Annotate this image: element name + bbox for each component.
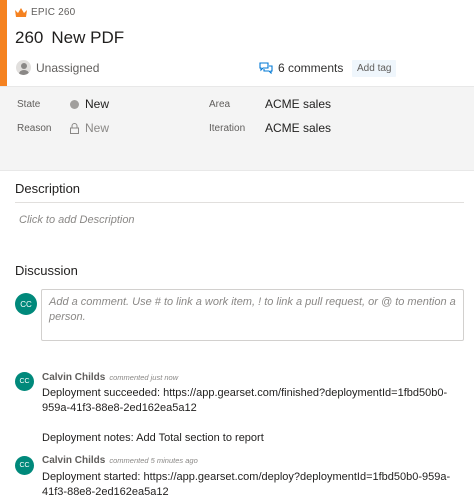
reason-label: Reason xyxy=(17,123,52,134)
reason-value: New xyxy=(85,121,110,135)
assignee-label: Unassigned xyxy=(36,60,100,75)
area-value: ACME sales xyxy=(265,97,332,111)
reason-field[interactable]: New xyxy=(70,121,109,135)
description-heading: Description xyxy=(15,181,81,196)
comments-count: 6 comments xyxy=(278,61,344,75)
comment-input[interactable]: Add a comment. Use # to link a work item… xyxy=(41,289,464,341)
work-item-fields: State New Reason New Area ACME sales Ite… xyxy=(0,86,474,171)
comment-icon xyxy=(259,62,273,74)
lock-icon xyxy=(70,122,79,134)
comment-avatar: CC xyxy=(15,456,34,475)
comment-header: Calvin Childs commented 5 minutes ago xyxy=(42,455,198,466)
description-divider xyxy=(15,202,464,203)
work-item-title-text[interactable]: New PDF xyxy=(51,28,124,48)
comment-avatar: CC xyxy=(15,372,34,391)
work-item-title[interactable]: 260 New PDF xyxy=(15,28,124,48)
avatar: CC xyxy=(15,293,37,315)
work-item-id: 260 xyxy=(15,28,44,47)
work-item-type-color-bar xyxy=(0,0,7,86)
iteration-field[interactable]: ACME sales xyxy=(265,121,331,135)
area-label: Area xyxy=(209,99,231,110)
person-icon xyxy=(16,60,31,75)
state-field[interactable]: New xyxy=(70,97,109,111)
comment-body: Deployment started: https://app.gearset.… xyxy=(42,471,451,498)
work-item-header: EPIC 260 260 New PDF Unassigned 6 commen… xyxy=(0,0,474,86)
state-dot-icon xyxy=(70,99,79,109)
description-editor[interactable]: Click to add Description xyxy=(19,214,135,226)
state-label: State xyxy=(17,99,41,110)
comment-author[interactable]: Calvin Childs xyxy=(42,372,105,383)
comments-link[interactable]: 6 comments xyxy=(259,61,343,75)
iteration-label: Iteration xyxy=(209,123,246,134)
comment-body: Deployment succeeded: https://app.gearse… xyxy=(42,387,448,414)
comment-body-notes: Deployment notes: Add Total section to r… xyxy=(42,432,264,444)
comment-author[interactable]: Calvin Childs xyxy=(42,455,105,466)
state-value: New xyxy=(85,97,110,111)
work-item-type: EPIC 260 xyxy=(15,7,75,18)
iteration-value: ACME sales xyxy=(265,121,332,135)
crown-icon xyxy=(15,7,27,17)
assignee-picker[interactable]: Unassigned xyxy=(16,60,99,75)
discussion-heading: Discussion xyxy=(15,263,78,278)
comment-timestamp: commented 5 minutes ago xyxy=(109,456,198,465)
comment-timestamp: commented just now xyxy=(109,373,179,382)
work-item-type-label: EPIC 260 xyxy=(31,7,76,18)
comment-header: Calvin Childs commented just now xyxy=(42,372,178,383)
area-field[interactable]: ACME sales xyxy=(265,97,331,111)
add-tag-button[interactable]: Add tag xyxy=(352,60,397,77)
